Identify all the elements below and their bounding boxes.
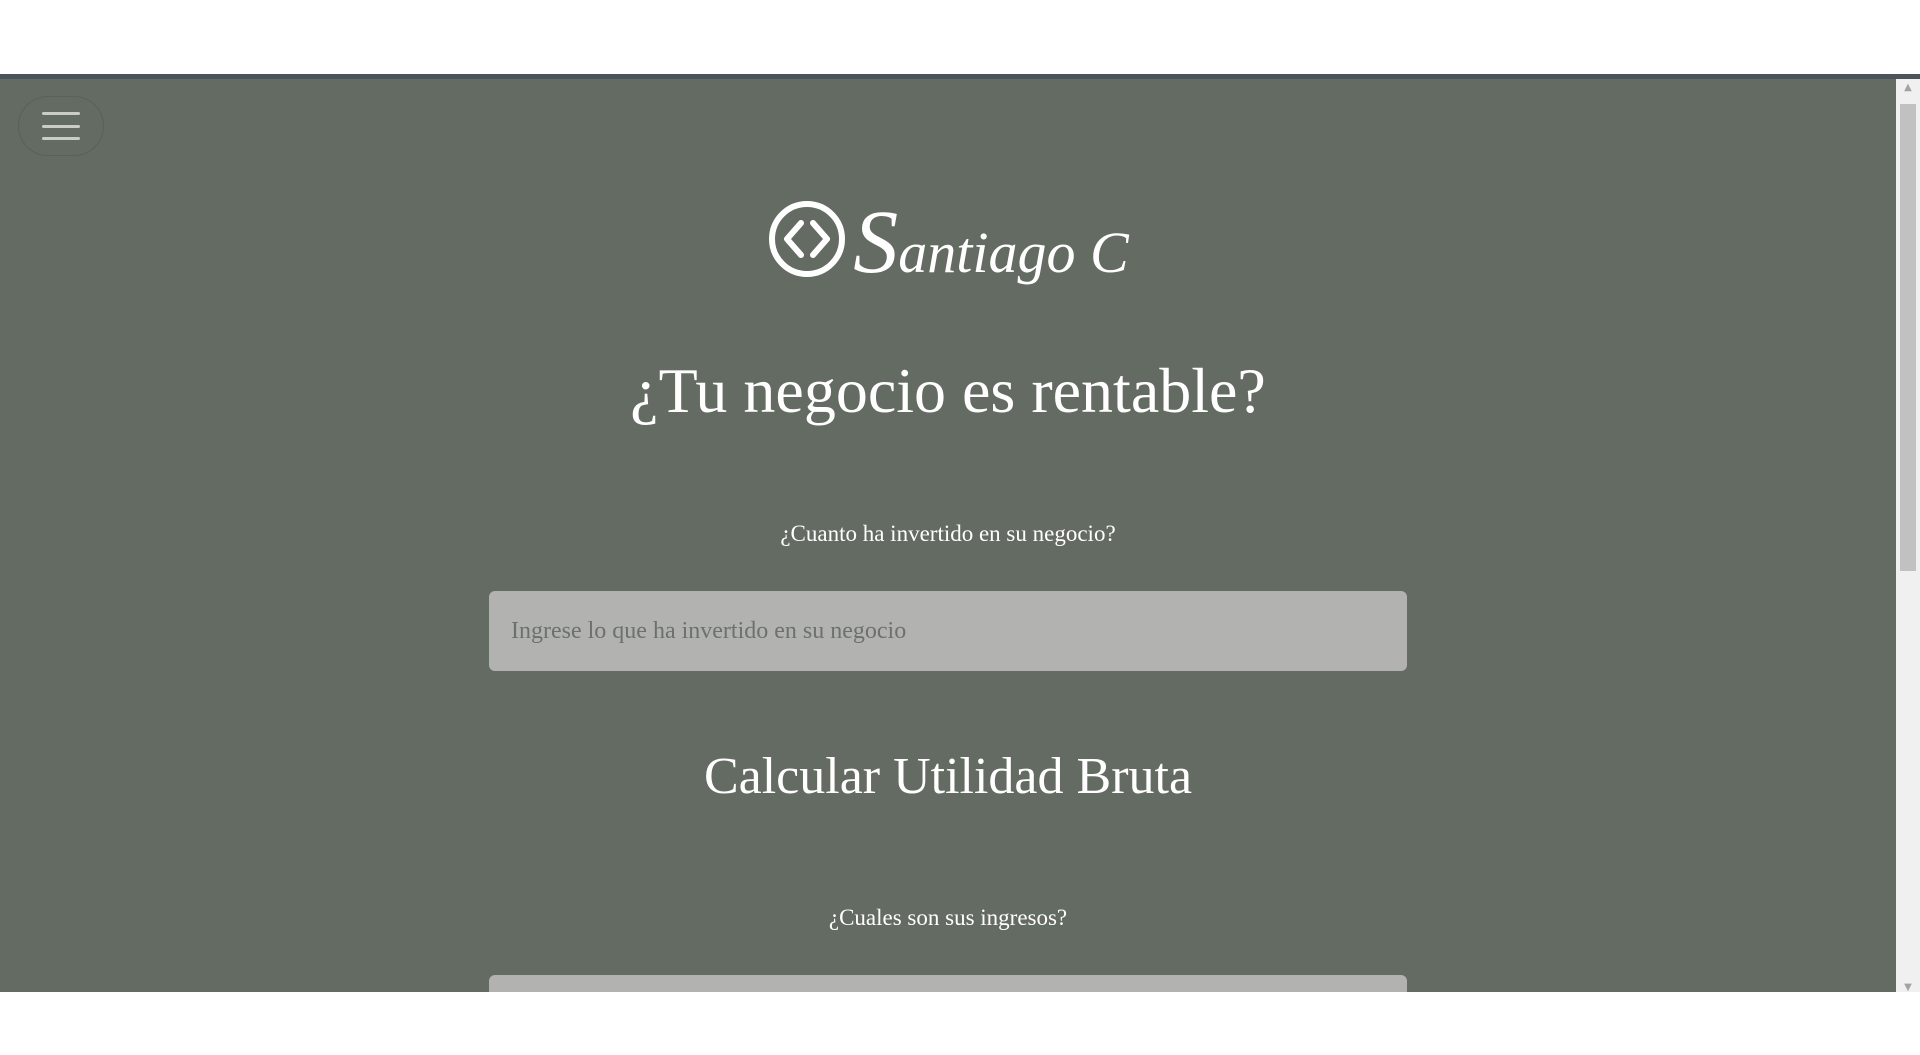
gross-profit-section-title: Calcular Utilidad Bruta bbox=[703, 748, 1193, 805]
scroll-up-arrow-icon[interactable]: ▲ bbox=[1896, 79, 1920, 97]
vertical-scrollbar[interactable]: ▲ ▼ bbox=[1896, 79, 1920, 992]
scrollbar-thumb[interactable] bbox=[1900, 104, 1916, 571]
logo-text: Santiago C bbox=[853, 198, 1128, 288]
site-logo[interactable]: Santiago C bbox=[0, 194, 1896, 288]
page-viewport: Santiago C ¿Tu negocio es rentable? ¿Cua… bbox=[0, 74, 1920, 992]
investment-question-label: ¿Cuanto ha invertido en su negocio? bbox=[780, 521, 1116, 546]
code-brackets-circle-icon bbox=[769, 201, 846, 277]
income-question-label: ¿Cuales son sus ingresos? bbox=[828, 905, 1068, 930]
hamburger-menu-icon bbox=[42, 112, 80, 140]
browser-bottom-area bbox=[0, 992, 1920, 1055]
investment-input[interactable] bbox=[489, 591, 1407, 671]
page-title: ¿Tu negocio es rentable? bbox=[630, 355, 1266, 426]
income-input[interactable] bbox=[489, 975, 1407, 992]
logo-initial: S bbox=[853, 193, 899, 292]
menu-button[interactable] bbox=[18, 96, 104, 156]
logo-rest: antiago C bbox=[898, 220, 1129, 285]
browser-top-area bbox=[0, 0, 1920, 74]
scroll-down-arrow-icon[interactable]: ▼ bbox=[1896, 979, 1920, 992]
